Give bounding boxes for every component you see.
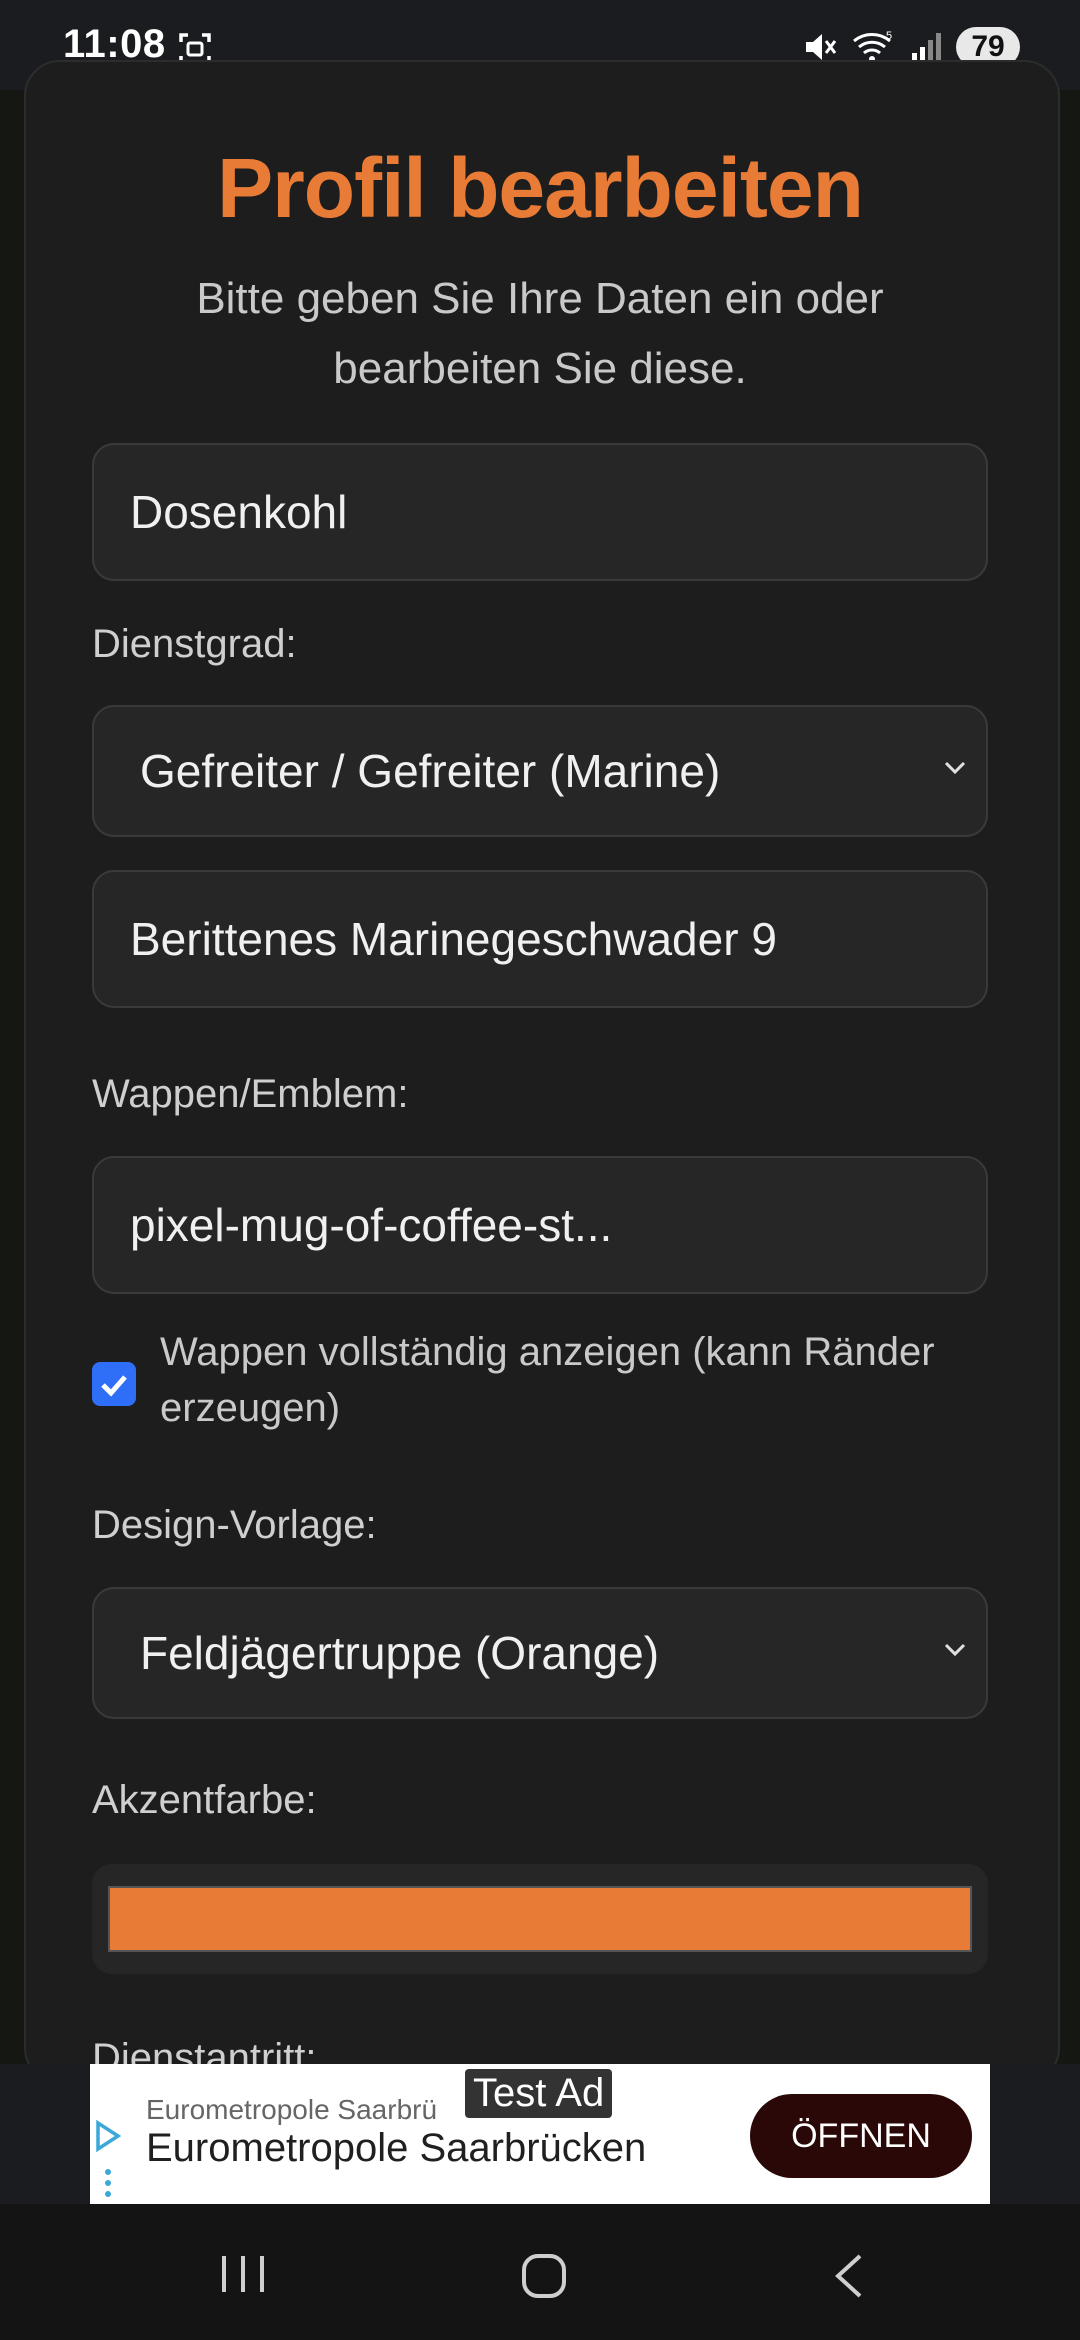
- accent-color-swatch[interactable]: [108, 1886, 972, 1952]
- rank-label: Dienstgrad:: [92, 622, 297, 666]
- checkmark-icon: [101, 1375, 127, 1397]
- battery-level: 79: [971, 30, 1005, 63]
- name-field[interactable]: Dosenkohl: [92, 443, 988, 581]
- name-value: Dosenkohl: [130, 486, 348, 538]
- unit-field[interactable]: Berittenes Marinegeschwader 9: [92, 870, 988, 1008]
- accent-color-picker[interactable]: [92, 1864, 988, 1974]
- emblem-full-checkbox[interactable]: [92, 1362, 136, 1406]
- design-value: Feldjägertruppe (Orange): [140, 1627, 660, 1679]
- accent-label: Akzentfarbe:: [92, 1778, 317, 1822]
- design-select[interactable]: Feldjägertruppe (Orange): [92, 1587, 988, 1719]
- ad-open-button[interactable]: ÖFFNEN: [750, 2094, 972, 2178]
- unit-value: Berittenes Marinegeschwader 9: [130, 913, 777, 965]
- emblem-value: pixel-mug-of-coffee-st...: [130, 1199, 613, 1251]
- emblem-field[interactable]: pixel-mug-of-coffee-st...: [92, 1156, 988, 1294]
- rank-select[interactable]: Gefreiter / Gefreiter (Marine): [92, 705, 988, 837]
- adchoices-icon[interactable]: [94, 2120, 122, 2152]
- recents-icon[interactable]: [218, 2252, 268, 2296]
- emblem-label: Wappen/Emblem:: [92, 1072, 409, 1116]
- test-ad-badge: Test Ad: [465, 2069, 613, 2118]
- signal-icon: [912, 33, 941, 61]
- ad-advertiser[interactable]: Eurometropole Saarbrücken: [146, 2126, 646, 2171]
- chevron-down-icon: [944, 1643, 966, 1657]
- rank-value: Gefreiter / Gefreiter (Marine): [140, 745, 721, 797]
- svg-text:5: 5: [886, 30, 892, 42]
- emblem-full-label[interactable]: Wappen vollständig anzeigen (kann Ränder…: [160, 1324, 990, 1436]
- ad-banner[interactable]: Eurometropole Saarbrü Eurometropole Saar…: [90, 2064, 990, 2204]
- chevron-down-icon: [944, 761, 966, 775]
- back-icon[interactable]: [832, 2252, 866, 2300]
- design-label: Design-Vorlage:: [92, 1503, 377, 1547]
- navigation-bar: [0, 2204, 1080, 2340]
- ad-advertiser-small: Eurometropole Saarbrü: [146, 2094, 438, 2125]
- home-icon[interactable]: [520, 2252, 568, 2300]
- page-subtitle: Bitte geben Sie Ihre Daten ein oder bear…: [196, 274, 884, 393]
- page-title: Profil bearbeiten: [217, 141, 864, 235]
- more-options-icon[interactable]: [104, 2168, 112, 2198]
